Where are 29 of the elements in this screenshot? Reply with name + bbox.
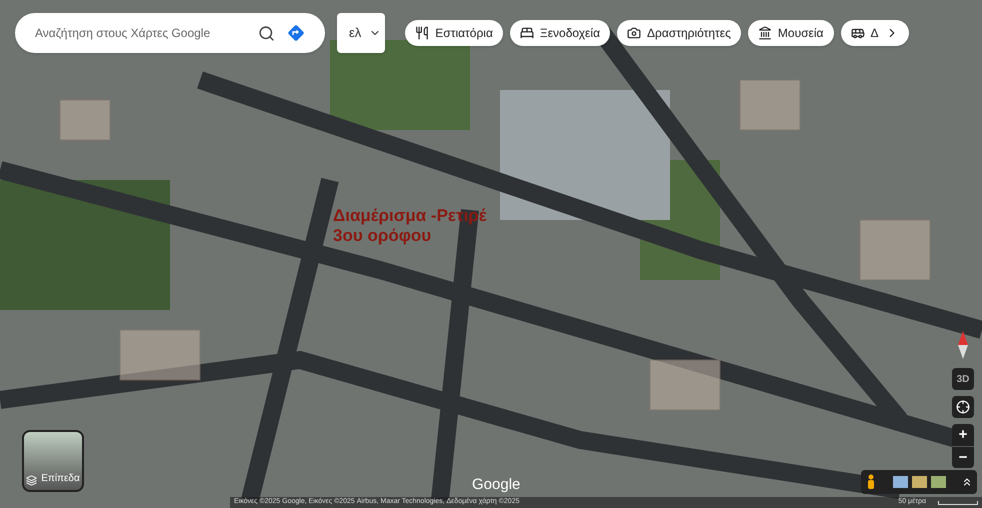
search-icon[interactable] xyxy=(258,24,275,42)
category-chip[interactable]: Εστιατόρια xyxy=(405,20,503,46)
search-input[interactable]: Αναζήτηση στους Χάρτες Google xyxy=(35,24,246,42)
bus-icon xyxy=(850,26,864,40)
zoom-out-button[interactable]: − xyxy=(952,446,974,468)
category-chip[interactable]: Δραστηριότητες xyxy=(617,20,741,46)
category-chip[interactable]: Δ xyxy=(840,20,909,46)
category-chip[interactable]: Ξενοδοχεία xyxy=(510,20,610,46)
my-location-button[interactable] xyxy=(952,396,974,418)
google-logo: Google xyxy=(472,475,520,495)
pegman-icon[interactable] xyxy=(865,474,877,490)
camera-icon xyxy=(627,26,642,40)
location-icon xyxy=(956,400,970,414)
expand-icon[interactable] xyxy=(961,476,973,488)
language-dropdown[interactable]: ελ xyxy=(337,13,386,53)
search-field[interactable]: Αναζήτηση στους Χάρτες Google xyxy=(15,13,325,53)
layers-icon xyxy=(26,475,38,486)
category-chip[interactable]: Μουσεία xyxy=(748,20,834,46)
terrain-thumbnail[interactable] xyxy=(912,476,927,488)
layers-button[interactable]: Επίπεδα xyxy=(22,430,84,492)
fork-knife-icon xyxy=(415,26,430,40)
bed-icon xyxy=(520,26,534,40)
zoom-in-button[interactable]: + xyxy=(952,424,974,446)
satellite-map-drawing[interactable] xyxy=(0,0,982,508)
satellite-thumbnail[interactable] xyxy=(931,476,946,488)
tilt-button[interactable]: 3D xyxy=(952,368,974,390)
scale-bar xyxy=(938,500,978,504)
map-thumbnail[interactable] xyxy=(893,476,908,488)
building-icon xyxy=(758,26,772,40)
